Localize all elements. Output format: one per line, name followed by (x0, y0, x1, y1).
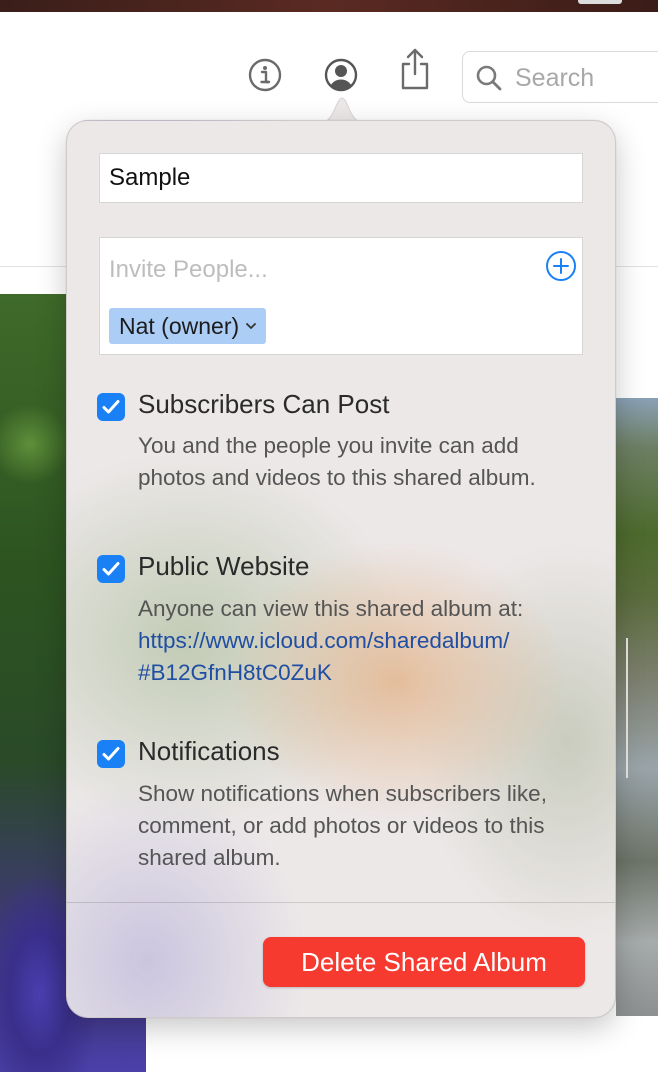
shared-album-popover: Nat (owner) Subscribers Can Post You and… (66, 120, 616, 1018)
share-icon[interactable] (398, 46, 432, 92)
option-description: You and the people you invite can add ph… (138, 433, 536, 490)
option-title[interactable]: Public Website (138, 551, 310, 582)
shared-album-link-line1[interactable]: https://www.icloud.com/sharedalbum/ (138, 625, 578, 657)
menu-bar (0, 0, 658, 12)
album-name-field[interactable] (99, 153, 583, 203)
info-icon[interactable] (248, 58, 282, 92)
option-title[interactable]: Subscribers Can Post (138, 389, 389, 420)
checkmark-icon (102, 400, 120, 414)
subscribers-can-post-checkbox[interactable] (97, 393, 125, 421)
checkmark-icon (102, 747, 120, 761)
plus-circle-icon[interactable] (545, 250, 577, 282)
search-icon (476, 65, 502, 91)
public-website-checkbox[interactable] (97, 555, 125, 583)
invite-people-box[interactable]: Nat (owner) (99, 237, 583, 355)
invite-people-input[interactable] (109, 254, 509, 286)
delete-shared-album-button[interactable]: Delete Shared Album (263, 937, 585, 987)
shared-album-link-line2[interactable]: #B12GfnH8tC0ZuK (138, 657, 578, 689)
option-description: Anyone can view this shared album at: (138, 596, 524, 621)
chevron-down-icon (246, 323, 257, 329)
option-description-block: Anyone can view this shared album at: ht… (138, 593, 578, 689)
popover-arrow (322, 97, 362, 122)
owner-token[interactable]: Nat (owner) (109, 308, 267, 344)
photo-thumbnail[interactable] (616, 398, 658, 1016)
notifications-checkbox[interactable] (97, 740, 125, 768)
search-input[interactable] (515, 64, 658, 92)
photo-detail (626, 638, 628, 778)
search-field[interactable] (462, 51, 658, 103)
option-description: Show notifications when subscribers like… (138, 781, 547, 870)
checkmark-icon (102, 562, 120, 576)
popover-divider (67, 902, 615, 903)
option-title[interactable]: Notifications (138, 736, 280, 767)
owner-token-label: Nat (owner) (119, 312, 240, 339)
menu-bar-indicator (578, 0, 622, 4)
person-circle-icon[interactable] (324, 58, 358, 92)
